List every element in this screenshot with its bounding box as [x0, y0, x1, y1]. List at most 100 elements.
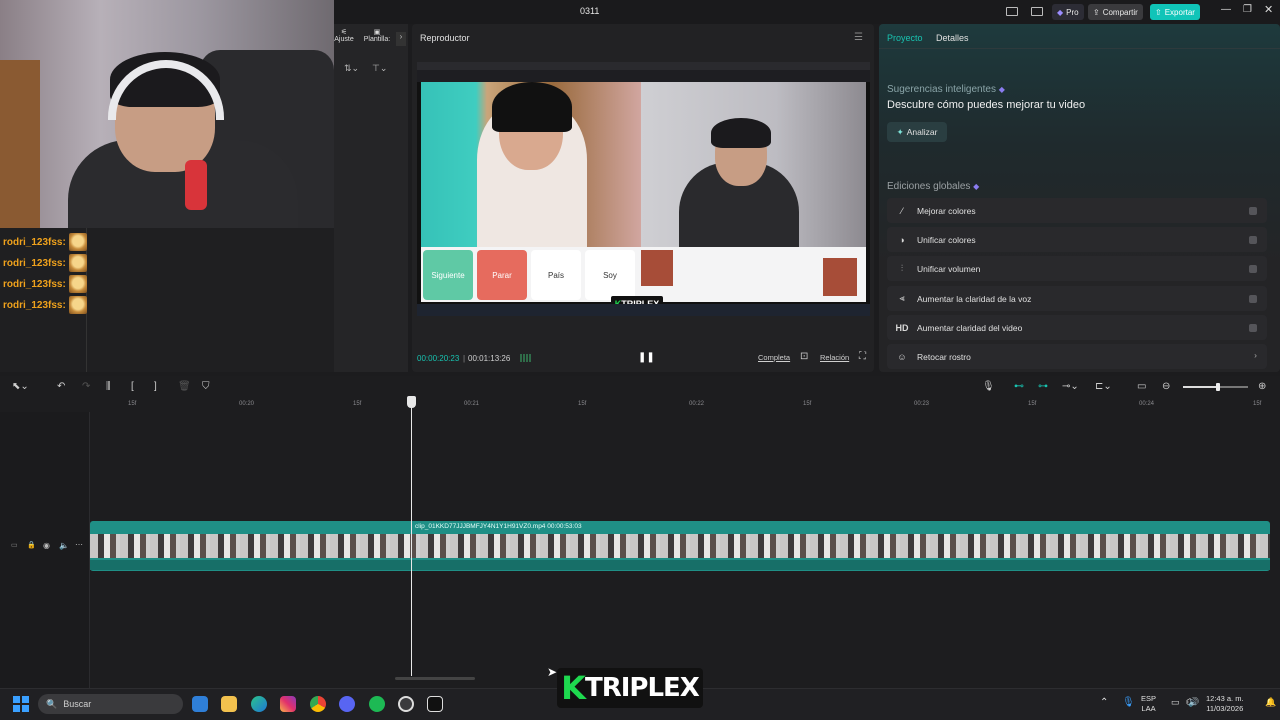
chrome-icon[interactable] [310, 696, 326, 712]
shortcut-icon[interactable] [1031, 7, 1043, 16]
toggle[interactable] [1249, 236, 1257, 244]
toggle[interactable] [1249, 265, 1257, 273]
split-icon[interactable]: ⫼ [106, 381, 111, 392]
reaction-thumbnail [641, 250, 673, 286]
microphone-icon[interactable]: 🎙 [982, 381, 995, 392]
link-icon[interactable]: ⊷ [1014, 381, 1024, 392]
file-explorer-icon[interactable] [221, 696, 237, 712]
aspect-ratio-button[interactable]: Relación [820, 353, 849, 362]
adjust-tab[interactable]: ⚟ Ajuste [334, 28, 354, 43]
time-ruler[interactable] [90, 398, 1280, 412]
menu-icon[interactable]: ☰ [854, 32, 863, 43]
zoom-out-icon[interactable]: ⊖ [1162, 381, 1170, 392]
playhead[interactable] [411, 398, 412, 676]
tab-project[interactable]: Proyecto [887, 33, 923, 43]
zoom-in-icon[interactable]: ⊕ [1258, 381, 1266, 392]
unify-colors-option[interactable]: ◑ Unificar colores [887, 227, 1267, 252]
enhance-colors-option[interactable]: ⁄ Mejorar colores [887, 198, 1267, 223]
templates-tab[interactable]: ▣ Plantilla: [360, 28, 394, 43]
chevron-right-icon[interactable]: › [396, 32, 406, 46]
ruler-tick: 00:23 [914, 401, 930, 407]
soy-video-button[interactable]: Soy [585, 250, 635, 300]
complete-view-button[interactable]: Completa [758, 353, 790, 362]
speaker-icon[interactable]: 🔈 [59, 541, 69, 550]
clip-filmstrip [90, 534, 1270, 558]
screenshot-icon[interactable]: ⊡ [800, 351, 808, 362]
eye-icon[interactable]: ◉ [43, 541, 50, 550]
trim-left-icon[interactable]: [ [131, 381, 134, 392]
sliders-icon: ⫶ [900, 263, 904, 273]
tab-details[interactable]: Detalles [936, 33, 969, 43]
emote-icon [68, 254, 87, 272]
next-video-button[interactable]: Siguiente [423, 250, 473, 300]
capcut-icon[interactable] [427, 696, 443, 712]
global-edits-title: Ediciones globales ◆ [887, 181, 980, 192]
display-icon[interactable]: ▭ [1171, 697, 1180, 708]
country-video-button[interactable]: País [531, 250, 581, 300]
search-icon: 🔍 [46, 698, 58, 709]
share-button[interactable]: ⇪ Compartir [1088, 4, 1143, 20]
sort-icon[interactable]: ⇅⌄ [344, 63, 359, 74]
layout-icon[interactable] [1006, 7, 1018, 16]
ruler-tick: 15f [353, 401, 362, 407]
chevron-up-icon[interactable]: ⌃ [1100, 697, 1108, 708]
horizontal-scrollbar[interactable] [395, 677, 475, 680]
palette-icon: ◑ [899, 234, 905, 245]
unify-volume-option[interactable]: ⫶ Unificar volumen [887, 256, 1267, 281]
sparkle-icon: ✦ [896, 126, 904, 137]
toggle[interactable] [1249, 324, 1257, 332]
language-indicator[interactable]: ESP LAA [1141, 694, 1156, 714]
filter-icon[interactable]: ⊤⌄ [372, 63, 387, 74]
mouse-cursor-icon: ➤ [547, 665, 558, 679]
zoom-slider-handle[interactable] [1216, 383, 1220, 391]
template-icon: ▣ [373, 29, 381, 36]
delete-icon[interactable]: 🗑 [178, 381, 191, 392]
retouch-face-option[interactable]: ☺ Retocar rostro › [887, 344, 1267, 369]
analyze-button[interactable]: ✦ Analizar [887, 122, 947, 142]
maximize-icon[interactable]: ❐ [1243, 4, 1252, 15]
diamond-icon: ◆ [1057, 7, 1064, 17]
clock[interactable]: 12:43 a. m. 11/03/2026 [1206, 694, 1244, 714]
undo-icon[interactable]: ↶ [57, 381, 65, 392]
instagram-icon[interactable] [280, 696, 296, 712]
lock-icon[interactable]: 🔒 [27, 541, 36, 549]
chain-icon[interactable]: ⊸⌄ [1062, 381, 1079, 392]
taskbar-search[interactable]: 🔍 Buscar [38, 694, 183, 714]
toggle[interactable] [1249, 295, 1257, 303]
track-cover-icon[interactable]: ▭ [11, 541, 18, 549]
minimize-icon[interactable]: — [1221, 4, 1231, 15]
store-icon[interactable] [192, 696, 208, 712]
adjust-icon: ⚟ [340, 29, 348, 36]
video-preview[interactable]: Siguiente Parar País Soy KTRIPLEX [417, 62, 870, 316]
close-icon[interactable]: ✕ [1264, 3, 1273, 16]
redo-icon[interactable]: ↷ [82, 381, 90, 392]
spotify-icon[interactable] [369, 696, 385, 712]
webcam-overlay [0, 0, 334, 228]
shield-icon[interactable]: ⛉ [202, 381, 210, 392]
export-button[interactable]: ⇧ Exportar [1150, 4, 1200, 20]
discord-icon[interactable] [339, 696, 355, 712]
windows-start-icon[interactable] [13, 696, 29, 712]
video-clarity-option[interactable]: HD Aumentar claridad del video [887, 315, 1267, 340]
pause-icon[interactable]: ❚❚ [638, 352, 655, 363]
magnet-icon[interactable]: ⊶ [1038, 381, 1048, 392]
obs-icon[interactable] [398, 696, 414, 712]
trim-right-icon[interactable]: ] [154, 381, 157, 392]
microphone-tray-icon[interactable]: 🎙 [1122, 697, 1135, 708]
notification-bell-icon[interactable]: 🔔 [1265, 697, 1276, 708]
player-title: Reproductor [420, 33, 470, 43]
voice-clarity-option[interactable]: ⫷ Aumentar la claridad de la voz [887, 286, 1267, 311]
smart-suggestions-title: Sugerencias inteligentes ◆ [887, 84, 1005, 95]
toggle[interactable] [1249, 207, 1257, 215]
zoom-slider[interactable] [1183, 383, 1248, 391]
preview-axis-icon[interactable]: ⊏⌄ [1095, 381, 1112, 392]
fullscreen-icon[interactable]: ⛶ [859, 351, 866, 362]
more-icon[interactable]: ⋯ [75, 540, 83, 549]
volume-icon[interactable]: 🔊 [1188, 697, 1199, 708]
stop-video-button[interactable]: Parar [477, 250, 527, 300]
playhead-handle[interactable] [407, 396, 416, 408]
pro-button[interactable]: ◆ Pro [1052, 4, 1084, 20]
caption-icon[interactable]: ▭ [1137, 381, 1146, 392]
select-tool-icon[interactable]: ⬉⌄ [12, 381, 29, 392]
edge-icon[interactable] [251, 696, 267, 712]
